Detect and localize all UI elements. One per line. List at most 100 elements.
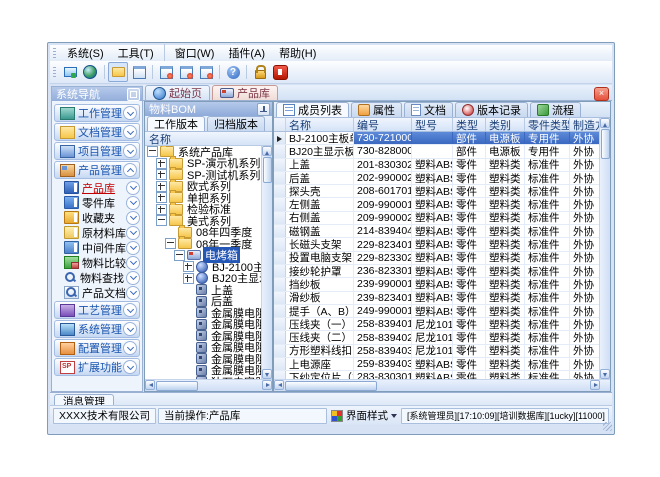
scroll-down-icon[interactable]	[262, 369, 272, 379]
exit-icon[interactable]	[271, 63, 289, 81]
sidebar-group-products[interactable]: 产品管理	[54, 161, 140, 179]
sidebar-item-product-doc-search[interactable]: 产品文档查找	[52, 285, 142, 300]
table-row[interactable]: 后盖 202-990002-01I 塑料ABS 零件 塑料类 标准件 外协 条	[274, 172, 600, 185]
table-row[interactable]: 左侧盖 209-990001-01I 塑料ABS 零件 塑料类 标准件 外协 条	[274, 198, 600, 211]
globe-icon[interactable]	[81, 63, 99, 81]
tab-workflow[interactable]: 流程	[530, 102, 581, 117]
table-row[interactable]: 磁钢盖 214-839404-01I 塑料ABS 零件 塑料类 标准件 外协 条	[274, 225, 600, 238]
sidebar-group-projects[interactable]: 项目管理	[54, 142, 140, 160]
sidebar-item-raw-materials[interactable]: 原材料库	[52, 225, 142, 240]
table-row[interactable]: 上盖 201-830302-00I 塑料ABS 零件 塑料类 标准件 外协 条	[274, 159, 600, 172]
scroll-left-icon[interactable]	[145, 380, 155, 390]
tab-member-list[interactable]: 成员列表	[276, 102, 349, 117]
table-row[interactable]: 压线夹（一） 258-839401-00I 尼龙1010 零件 塑料类 标准件 …	[274, 318, 600, 331]
scroll-up-icon[interactable]	[262, 146, 272, 156]
window-refresh-icon[interactable]	[177, 63, 195, 81]
chevron-icon[interactable]	[126, 211, 140, 225]
chevron-icon[interactable]	[123, 125, 137, 139]
window-new-icon[interactable]	[157, 63, 175, 81]
sidebar-item-parts-library[interactable]: 零件库	[52, 195, 142, 210]
chevron-icon[interactable]	[123, 163, 137, 177]
chevron-icon[interactable]	[123, 106, 137, 120]
table-row[interactable]: 挡纱板 239-990001-01I 塑料ABS 零件 塑料类 标准件 外协 条	[274, 278, 600, 291]
column-header[interactable]: 类型	[453, 118, 486, 131]
expander-icon[interactable]	[156, 169, 167, 180]
grid-hscroll-thumb[interactable]	[285, 381, 377, 391]
grid-scroll-thumb[interactable]	[601, 129, 610, 159]
scroll-right-icon[interactable]	[262, 380, 272, 390]
scroll-down-icon[interactable]	[600, 369, 610, 379]
grid-horizontal-scrollbar[interactable]	[274, 379, 610, 391]
table-row[interactable]: BJ-2100主板单点 730-721000-12I 部件 电源板 专用件 外协…	[274, 132, 600, 145]
tab-documents[interactable]: 文档	[404, 102, 453, 117]
table-row[interactable]: 投置电脑支架 229-823302-00I 塑料ABS 零件 塑料类 标准件 外…	[274, 252, 600, 265]
sidebar-group-extensions[interactable]: 扩展功能	[54, 358, 140, 376]
chevron-icon[interactable]	[123, 341, 137, 355]
sidebar-item-material-compare[interactable]: 物料比较	[52, 255, 142, 270]
table-row[interactable]: 提手（A、B） 249-990001-01I 塑料ABS 零件 塑料类 标准件 …	[274, 305, 600, 318]
menu-tools[interactable]: 工具(T)	[111, 44, 161, 62]
menu-system[interactable]: 系统(S)	[60, 44, 111, 62]
expander-icon[interactable]	[183, 261, 194, 272]
tree-node[interactable]: BJ20主显示板	[145, 273, 262, 285]
tab-properties[interactable]: 属性	[351, 102, 402, 117]
expander-icon[interactable]	[174, 250, 185, 261]
chevron-icon[interactable]	[126, 196, 140, 210]
table-row[interactable]: BJ20主显示板 730-828000-04I 部件 电源板 专用件 外协 颗	[274, 145, 600, 158]
column-header[interactable]: 名称	[286, 118, 354, 131]
tab-working-version[interactable]: 工作版本	[147, 116, 205, 131]
sidebar-group-work[interactable]: 工作管理	[54, 104, 140, 122]
expander-icon[interactable]	[156, 158, 167, 169]
expander-icon[interactable]	[156, 204, 167, 215]
data-window-icon[interactable]	[130, 63, 148, 81]
chevron-icon[interactable]	[126, 241, 140, 255]
chevron-icon[interactable]	[126, 271, 140, 285]
chevron-icon[interactable]	[123, 303, 137, 317]
table-row[interactable]: 右侧盖 209-990002-01I 塑料ABS 零件 塑料类 标准件 外协 条	[274, 212, 600, 225]
table-row[interactable]: 下纱定位片（左） 283-830301-00I 塑料ABS 零件 塑料类 标准件…	[274, 371, 600, 379]
close-tab-icon[interactable]	[594, 87, 609, 101]
ui-style-selector[interactable]: 界面样式	[331, 408, 397, 423]
chevron-icon[interactable]	[123, 360, 137, 374]
chevron-icon[interactable]	[123, 322, 137, 336]
resize-grip[interactable]	[603, 422, 612, 431]
lock-icon[interactable]	[251, 63, 269, 81]
sidebar-item-product-library[interactable]: 产品库	[52, 180, 142, 195]
expander-icon[interactable]	[147, 146, 158, 157]
column-header[interactable]: 编号	[354, 118, 412, 131]
chevron-icon[interactable]	[126, 256, 140, 270]
chevron-icon[interactable]	[123, 144, 137, 158]
scroll-left-icon[interactable]	[274, 380, 284, 390]
tab-product-library[interactable]: 产品库	[212, 85, 278, 100]
sidebar-group-configuration[interactable]: 配置管理	[54, 339, 140, 357]
table-row[interactable]: 长磁头支架 229-823401-00I 塑料ABS 零件 塑料类 标准件 外协…	[274, 238, 600, 251]
scroll-up-icon[interactable]	[600, 118, 610, 128]
sidebar-group-documents[interactable]: 文档管理	[54, 123, 140, 141]
sidebar-group-system[interactable]: 系统管理	[54, 320, 140, 338]
tree-hscroll-thumb[interactable]	[156, 381, 198, 391]
tree-column-header[interactable]: 名称	[145, 132, 272, 146]
monitor-icon[interactable]	[61, 63, 79, 81]
table-row[interactable]: 压线夹（二） 258-839402-00I 尼龙1010 零件 塑料类 标准件 …	[274, 331, 600, 344]
pin-icon[interactable]	[257, 103, 270, 116]
sidebar-item-material-search[interactable]: 物料查找	[52, 270, 142, 285]
expander-icon[interactable]	[156, 192, 167, 203]
expander-icon[interactable]	[183, 273, 194, 284]
chevron-icon[interactable]	[126, 226, 140, 240]
expander-icon[interactable]	[165, 238, 176, 249]
column-header[interactable]: 零件类型	[525, 118, 570, 131]
column-header[interactable]: 型号	[412, 118, 453, 131]
product-library-icon[interactable]	[108, 62, 128, 82]
menu-help[interactable]: 帮助(H)	[272, 44, 323, 62]
scroll-right-icon[interactable]	[590, 380, 600, 390]
table-row[interactable]: 滑纱板 239-823401-00I 塑料ABS 零件 塑料类 标准件 外协 条	[274, 292, 600, 305]
window-close-icon[interactable]	[197, 63, 215, 81]
tree-vertical-scrollbar[interactable]	[261, 146, 272, 379]
sidebar-group-process[interactable]: 工艺管理	[54, 301, 140, 319]
column-header[interactable]: 制造方式	[570, 118, 600, 131]
tab-version-history[interactable]: 版本记录	[455, 102, 528, 117]
column-header[interactable]: 类别	[486, 118, 525, 131]
table-row[interactable]: 探头壳 208-601701-01I 塑料ABS 零件 塑料类 标准件 外协 条	[274, 185, 600, 198]
table-row[interactable]: 接纱轮护罩 236-823301-00I 塑料ABS 零件 塑料类 标准件 外协…	[274, 265, 600, 278]
menu-plugins[interactable]: 插件(A)	[221, 44, 272, 62]
